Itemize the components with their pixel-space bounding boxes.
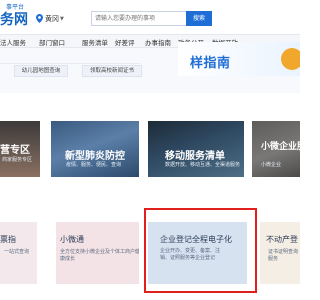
site-logo-text[interactable]: 务网 [0, 9, 28, 29]
nav-item-guide[interactable]: 办事指南 [145, 37, 171, 47]
card-desc: 证书证明查询服务 [268, 249, 299, 262]
nav-item-department-window[interactable]: 部门窗口 [39, 37, 65, 47]
card-desc: 数据开放、移动互通、全渠道服务 [165, 162, 241, 168]
card-title: 不动产登 [266, 235, 298, 244]
nav-item-rating[interactable]: 好差评 [115, 37, 135, 47]
card-title: 营专区 [0, 145, 30, 156]
card-title: 移动服务清单 [165, 151, 225, 162]
guide-promo-banner[interactable]: 样指南 [178, 42, 300, 76]
card-title: 小微企业服务 [261, 142, 300, 152]
nav-item-service-list[interactable]: 服务清单 [82, 37, 108, 47]
xiaowei-tong-card[interactable]: 小微通 全方位支持小微企业及个体工商户健康成长 [56, 222, 139, 284]
search-input[interactable] [91, 11, 186, 26]
region-label: 黄冈 [45, 14, 59, 23]
card-desc: 小微企业 [261, 162, 282, 168]
promo-title: 样指南 [190, 56, 231, 71]
small-enterprise-card[interactable]: 小微企业服务 小微企业 [252, 121, 300, 177]
university-certificate-button[interactable]: 领取高校新闻证书 [82, 65, 142, 77]
card-desc: 一站式查询 [4, 249, 30, 255]
promo-badge [281, 48, 300, 70]
epidemic-prevention-card[interactable]: 新型肺炎防控 疫情、服务、便民、查询 [51, 121, 139, 177]
search-button[interactable]: 搜索 [186, 11, 212, 26]
site-header: 事平台 务网 黄冈 ▼ 搜索 [0, 0, 300, 34]
location-pin-icon [36, 14, 43, 23]
card-title: 票指 [0, 235, 16, 244]
quick-link-list [0, 50, 140, 64]
business-zone-card[interactable]: 营专区 商家服务专区 [0, 121, 40, 177]
kindergarten-map-button[interactable]: 幼儿园地图查询 [14, 65, 68, 77]
card-desc: 疫情、服务、便民、查询 [66, 162, 122, 168]
nav-item-legal-services[interactable]: 法人服务 [0, 37, 26, 47]
card-desc: 商家服务专区 [2, 157, 33, 163]
region-selector[interactable]: 黄冈 ▼ [36, 13, 64, 24]
highlight-box [144, 208, 257, 293]
card-desc: 全方位支持小微企业及个体工商户健康成长 [60, 249, 139, 262]
card-title: 新型肺炎防控 [65, 151, 125, 162]
invoice-guide-card[interactable]: 票指 一站式查询 [0, 222, 37, 284]
chevron-down-icon: ▼ [60, 15, 64, 22]
mobile-service-list-card[interactable]: 移动服务清单 数据开放、移动互通、全渠道服务 [148, 121, 244, 177]
card-title: 小微通 [60, 235, 84, 244]
list-item [0, 50, 140, 64]
real-estate-registration-card[interactable]: 不动产登 证书证明查询服务 [260, 222, 300, 284]
